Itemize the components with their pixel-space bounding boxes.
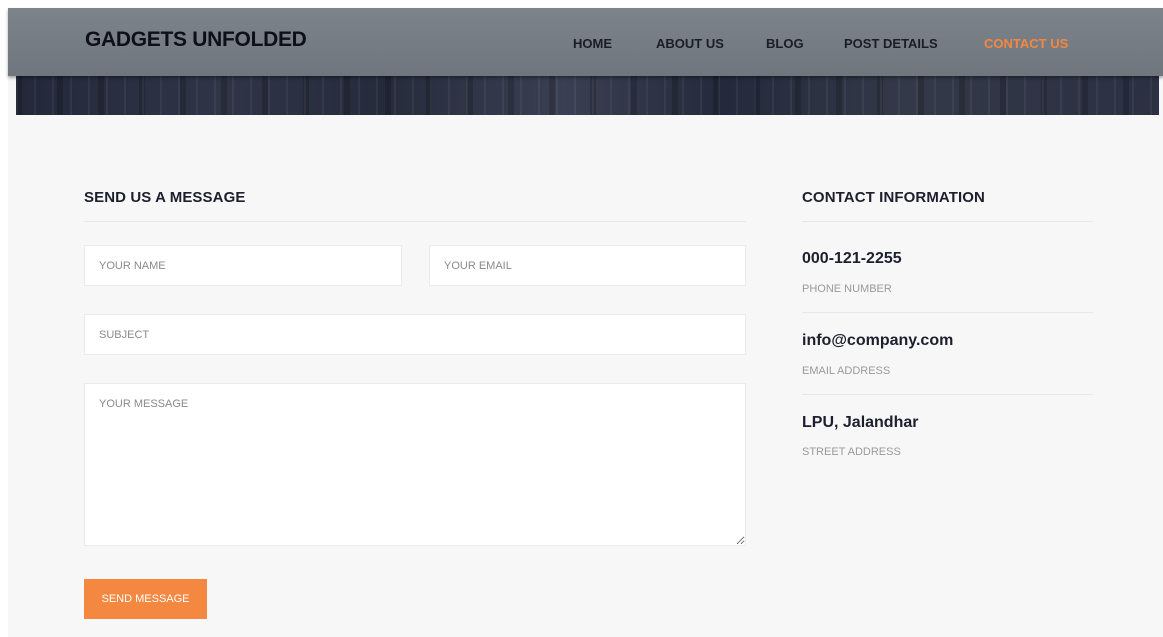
message-textarea[interactable]: [84, 383, 746, 546]
contact-info-title: CONTACT INFORMATION: [802, 189, 985, 206]
form-title: SEND US A MESSAGE: [84, 189, 246, 206]
nav-home[interactable]: HOME: [573, 36, 612, 52]
nav-post-details[interactable]: POST DETAILS: [844, 36, 938, 52]
nav-blog[interactable]: BLOG: [766, 36, 804, 52]
phone-number-caption: PHONE NUMBER: [802, 283, 892, 295]
contact-title-divider: [802, 221, 1093, 222]
phone-number-value: 000-121-2255: [802, 250, 902, 267]
email-address-caption: EMAIL ADDRESS: [802, 365, 891, 377]
send-message-button[interactable]: SEND MESSAGE: [84, 579, 207, 619]
phone-divider: [802, 312, 1093, 313]
email-input[interactable]: [429, 245, 746, 286]
subject-input[interactable]: [84, 314, 746, 355]
hero-banner-image: [16, 70, 1159, 115]
nav-about-us[interactable]: ABOUT US: [656, 36, 724, 52]
name-input[interactable]: [84, 245, 402, 286]
street-address-caption: STREET ADDRESS: [802, 446, 901, 458]
email-divider: [802, 394, 1093, 395]
street-address-value: LPU, Jalandhar: [802, 414, 919, 431]
site-logo[interactable]: GADGETS UNFOLDED: [85, 28, 307, 52]
email-address-value: info@company.com: [802, 332, 954, 349]
form-title-divider: [84, 221, 746, 222]
nav-contact-us[interactable]: CONTACT US: [984, 36, 1068, 52]
